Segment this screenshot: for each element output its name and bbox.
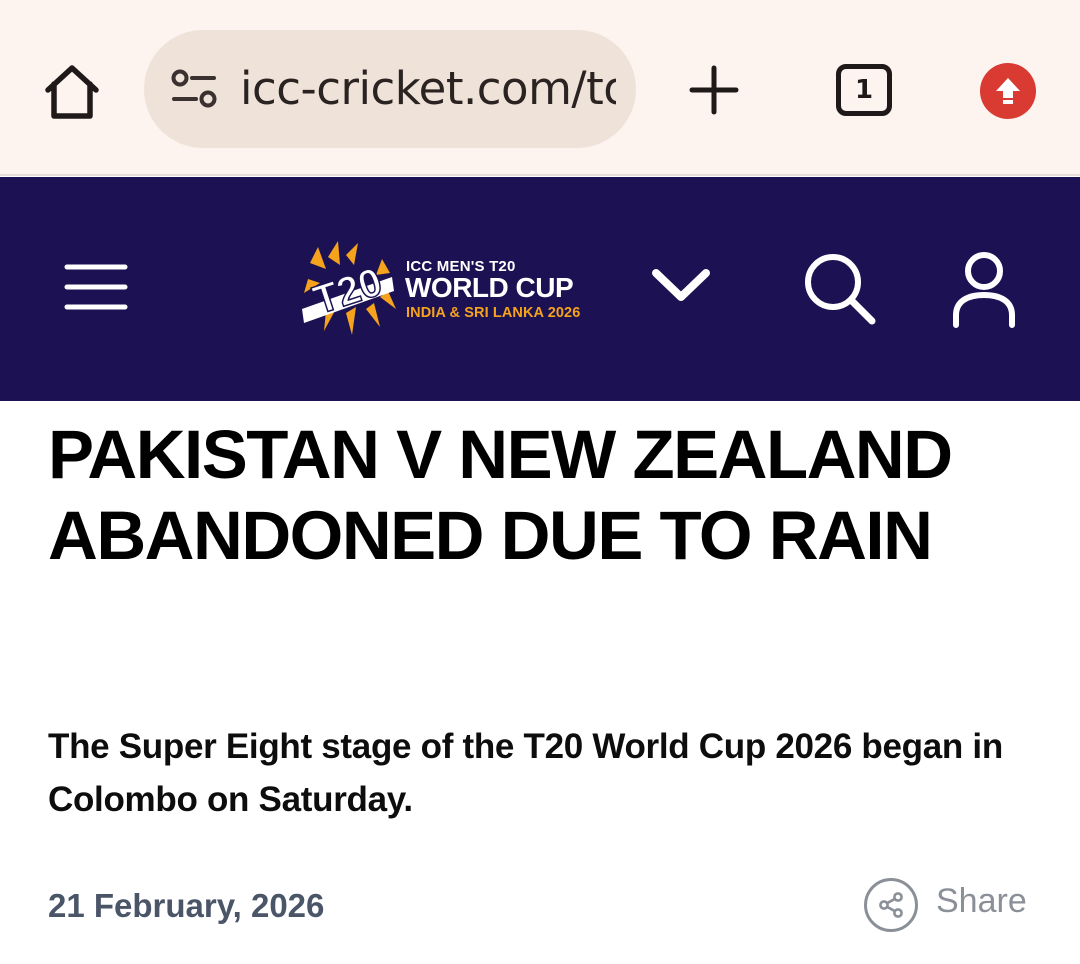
home-button[interactable] [36,56,108,128]
site-logo[interactable]: T20 ICC MEN'S T20 WORLD CUP INDIA & SRI … [296,239,606,339]
browser-toolbar: icc-cricket.com/tournaments/t20cricketwo… [0,0,1080,176]
account-button[interactable] [948,249,1020,329]
tab-switcher-button[interactable]: 1 [836,64,892,116]
plus-icon [689,65,739,115]
share-icon-circle [864,878,918,932]
t20-logo-mark: T20 [302,241,396,335]
search-button[interactable] [800,249,880,329]
new-tab-button[interactable] [686,62,742,118]
share-button[interactable]: Share [864,876,1040,932]
menu-button[interactable] [64,263,128,311]
home-icon [45,65,99,119]
url-text[interactable]: icc-cricket.com/tournaments/t20cricketwo… [240,30,616,148]
chevron-down-icon [652,269,710,301]
share-label: Share [936,882,1027,920]
upload-arrow-icon [996,78,1020,104]
share-icon [879,892,903,918]
address-bar[interactable]: icc-cricket.com/tournaments/t20cricketwo… [144,30,636,148]
update-button[interactable] [980,63,1036,119]
article-headline: PAKISTAN V NEW ZEALAND ABANDONED DUE TO … [48,416,953,574]
tune-icon [171,69,217,108]
article-date: 21 February, 2026 [48,887,325,924]
logo-line-2: WORLD CUP [405,272,574,303]
tournament-dropdown-button[interactable] [650,263,712,309]
logo-line-3: INDIA & SRI LANKA 2026 [406,305,581,321]
site-header: T20 ICC MEN'S T20 WORLD CUP INDIA & SRI … [0,177,1080,401]
article-summary: The Super Eight stage of the T20 World C… [48,727,1003,819]
search-icon [805,254,876,325]
user-icon [953,252,1015,328]
hamburger-menu-icon [64,264,128,310]
